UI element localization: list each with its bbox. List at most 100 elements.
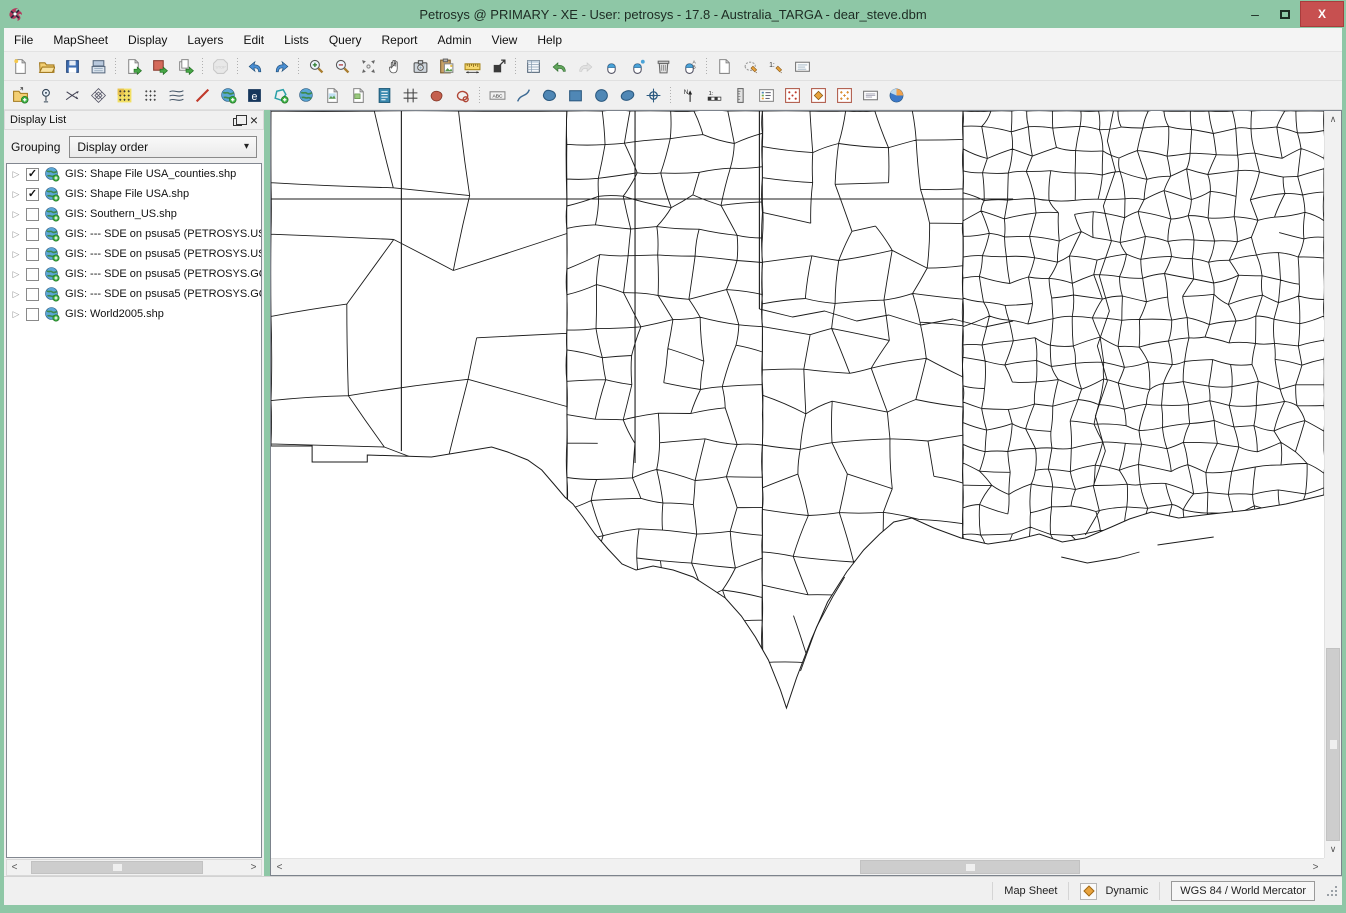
contours-button[interactable] — [163, 83, 189, 108]
globe-pie-button[interactable] — [883, 83, 909, 108]
layer-checkbox[interactable] — [26, 268, 39, 281]
minimize-button[interactable]: – — [1240, 1, 1270, 27]
menu-item-mapsheet[interactable]: MapSheet — [43, 29, 118, 51]
add-gis-folder-button[interactable] — [7, 83, 33, 108]
mouse-ab-button[interactable]: AB — [676, 54, 702, 79]
layer-tree-row[interactable]: ▷GIS: Southern_US.shp — [7, 204, 261, 224]
well-marker-button[interactable] — [640, 83, 666, 108]
layer-tree[interactable]: ▷✓GIS: Shape File USA_counties.shp▷✓GIS:… — [6, 163, 262, 858]
layer-tree-row[interactable]: ▷✓GIS: Shape File USA_counties.shp — [7, 164, 261, 184]
layer-checkbox[interactable] — [26, 248, 39, 261]
mesh-button[interactable] — [85, 83, 111, 108]
draw-curve-button[interactable] — [510, 83, 536, 108]
grid-color-button[interactable] — [111, 83, 137, 108]
map-canvas[interactable] — [271, 111, 1324, 858]
view-previous-button[interactable] — [242, 54, 268, 79]
export-map-button[interactable] — [146, 54, 172, 79]
scroll-up-icon[interactable]: ∧ — [1325, 111, 1341, 128]
draw-ellipse-button[interactable] — [614, 83, 640, 108]
scroll-left-icon[interactable]: < — [271, 859, 288, 875]
culture-e-button[interactable]: e — [241, 83, 267, 108]
zoom-in-button[interactable] — [303, 54, 329, 79]
layer-tree-row[interactable]: ▷GIS: World2005.shp — [7, 304, 261, 324]
resize-grip[interactable] — [1325, 884, 1339, 898]
undo-edit-button[interactable] — [546, 54, 572, 79]
scroll-right-icon[interactable]: > — [246, 860, 261, 875]
expand-arrow-icon[interactable]: ▷ — [11, 249, 21, 260]
report-table-button[interactable] — [520, 54, 546, 79]
menu-item-view[interactable]: View — [482, 29, 528, 51]
legend-button[interactable] — [753, 83, 779, 108]
stars-panel-button[interactable] — [831, 83, 857, 108]
menu-item-layers[interactable]: Layers — [177, 29, 233, 51]
stop-button[interactable]: STOP — [207, 54, 233, 79]
text-note-button[interactable] — [789, 54, 815, 79]
well-symbol-button[interactable] — [33, 83, 59, 108]
panel-hscroll-thumb[interactable] — [31, 861, 203, 874]
snapshot-button[interactable] — [407, 54, 433, 79]
scroll-left-icon[interactable]: < — [7, 860, 22, 875]
layer-checkbox[interactable]: ✓ — [26, 188, 39, 201]
grouping-dropdown[interactable]: Display order ▾ — [69, 136, 257, 158]
paste-image-button[interactable] — [433, 54, 459, 79]
query-mouse-button[interactable] — [624, 54, 650, 79]
expand-arrow-icon[interactable]: ▷ — [11, 289, 21, 300]
zoom-extents-button[interactable] — [355, 54, 381, 79]
new-page-button[interactable] — [711, 54, 737, 79]
layer-tree-row[interactable]: ▷GIS: --- SDE on psusa5 (PETROSYS.GO — [7, 264, 261, 284]
export-image-button[interactable] — [120, 54, 146, 79]
shape-red-2-button[interactable] — [449, 83, 475, 108]
print-map-button[interactable] — [85, 54, 111, 79]
undock-panel-icon[interactable] — [233, 118, 242, 126]
view-redo-button[interactable] — [268, 54, 294, 79]
dynamic-mode-button[interactable] — [1080, 883, 1097, 900]
polygon-add-button[interactable] — [267, 83, 293, 108]
menu-item-help[interactable]: Help — [527, 29, 572, 51]
menu-item-edit[interactable]: Edit — [233, 29, 274, 51]
north-arrow-button[interactable]: N — [675, 83, 701, 108]
title-block-button[interactable] — [857, 83, 883, 108]
expand-arrow-icon[interactable]: ▷ — [11, 209, 21, 220]
flowlines-button[interactable] — [59, 83, 85, 108]
maximize-button[interactable] — [1270, 1, 1300, 27]
zoom-out-button[interactable] — [329, 54, 355, 79]
image-page-button[interactable] — [319, 83, 345, 108]
map-vscroll-thumb[interactable] — [1326, 648, 1340, 841]
resize-extents-button[interactable] — [485, 54, 511, 79]
layer-tree-row[interactable]: ▷GIS: --- SDE on psusa5 (PETROSYS.USA — [7, 244, 261, 264]
map-sheet-status[interactable]: Map Sheet — [1002, 885, 1059, 897]
edit-sequence-button[interactable]: 1: — [763, 54, 789, 79]
draw-rectangle-button[interactable] — [562, 83, 588, 108]
pan-button[interactable] — [381, 54, 407, 79]
ruler-button[interactable] — [727, 83, 753, 108]
close-panel-icon[interactable]: × — [250, 113, 258, 127]
expand-arrow-icon[interactable]: ▷ — [11, 229, 21, 240]
frame-grid-button[interactable] — [397, 83, 423, 108]
measure-distance-button[interactable] — [459, 54, 485, 79]
layer-tree-row[interactable]: ▷✓GIS: Shape File USA.shp — [7, 184, 261, 204]
menu-item-report[interactable]: Report — [372, 29, 428, 51]
expand-arrow-icon[interactable]: ▷ — [11, 309, 21, 320]
globe-button[interactable] — [293, 83, 319, 108]
layer-checkbox[interactable] — [26, 308, 39, 321]
menu-item-query[interactable]: Query — [319, 29, 372, 51]
layer-checkbox[interactable]: ✓ — [26, 168, 39, 181]
dots-panel-button[interactable] — [779, 83, 805, 108]
layer-tree-row[interactable]: ▷GIS: --- SDE on psusa5 (PETROSYS.USA — [7, 224, 261, 244]
menu-item-file[interactable]: File — [4, 29, 43, 51]
layer-checkbox[interactable] — [26, 288, 39, 301]
fault-button[interactable] — [189, 83, 215, 108]
close-button[interactable]: X — [1300, 1, 1344, 27]
delete-button[interactable] — [650, 54, 676, 79]
open-folder-button[interactable] — [33, 54, 59, 79]
shape-red-button[interactable] — [423, 83, 449, 108]
new-document-button[interactable] — [7, 54, 33, 79]
redo-edit-button[interactable] — [572, 54, 598, 79]
grid-button[interactable] — [137, 83, 163, 108]
scroll-down-icon[interactable]: ∨ — [1325, 841, 1341, 858]
export-batch-button[interactable] — [172, 54, 198, 79]
document-blue-button[interactable] — [371, 83, 397, 108]
expand-arrow-icon[interactable]: ▷ — [11, 269, 21, 280]
select-mouse-button[interactable] — [598, 54, 624, 79]
diamond-panel-button[interactable] — [805, 83, 831, 108]
